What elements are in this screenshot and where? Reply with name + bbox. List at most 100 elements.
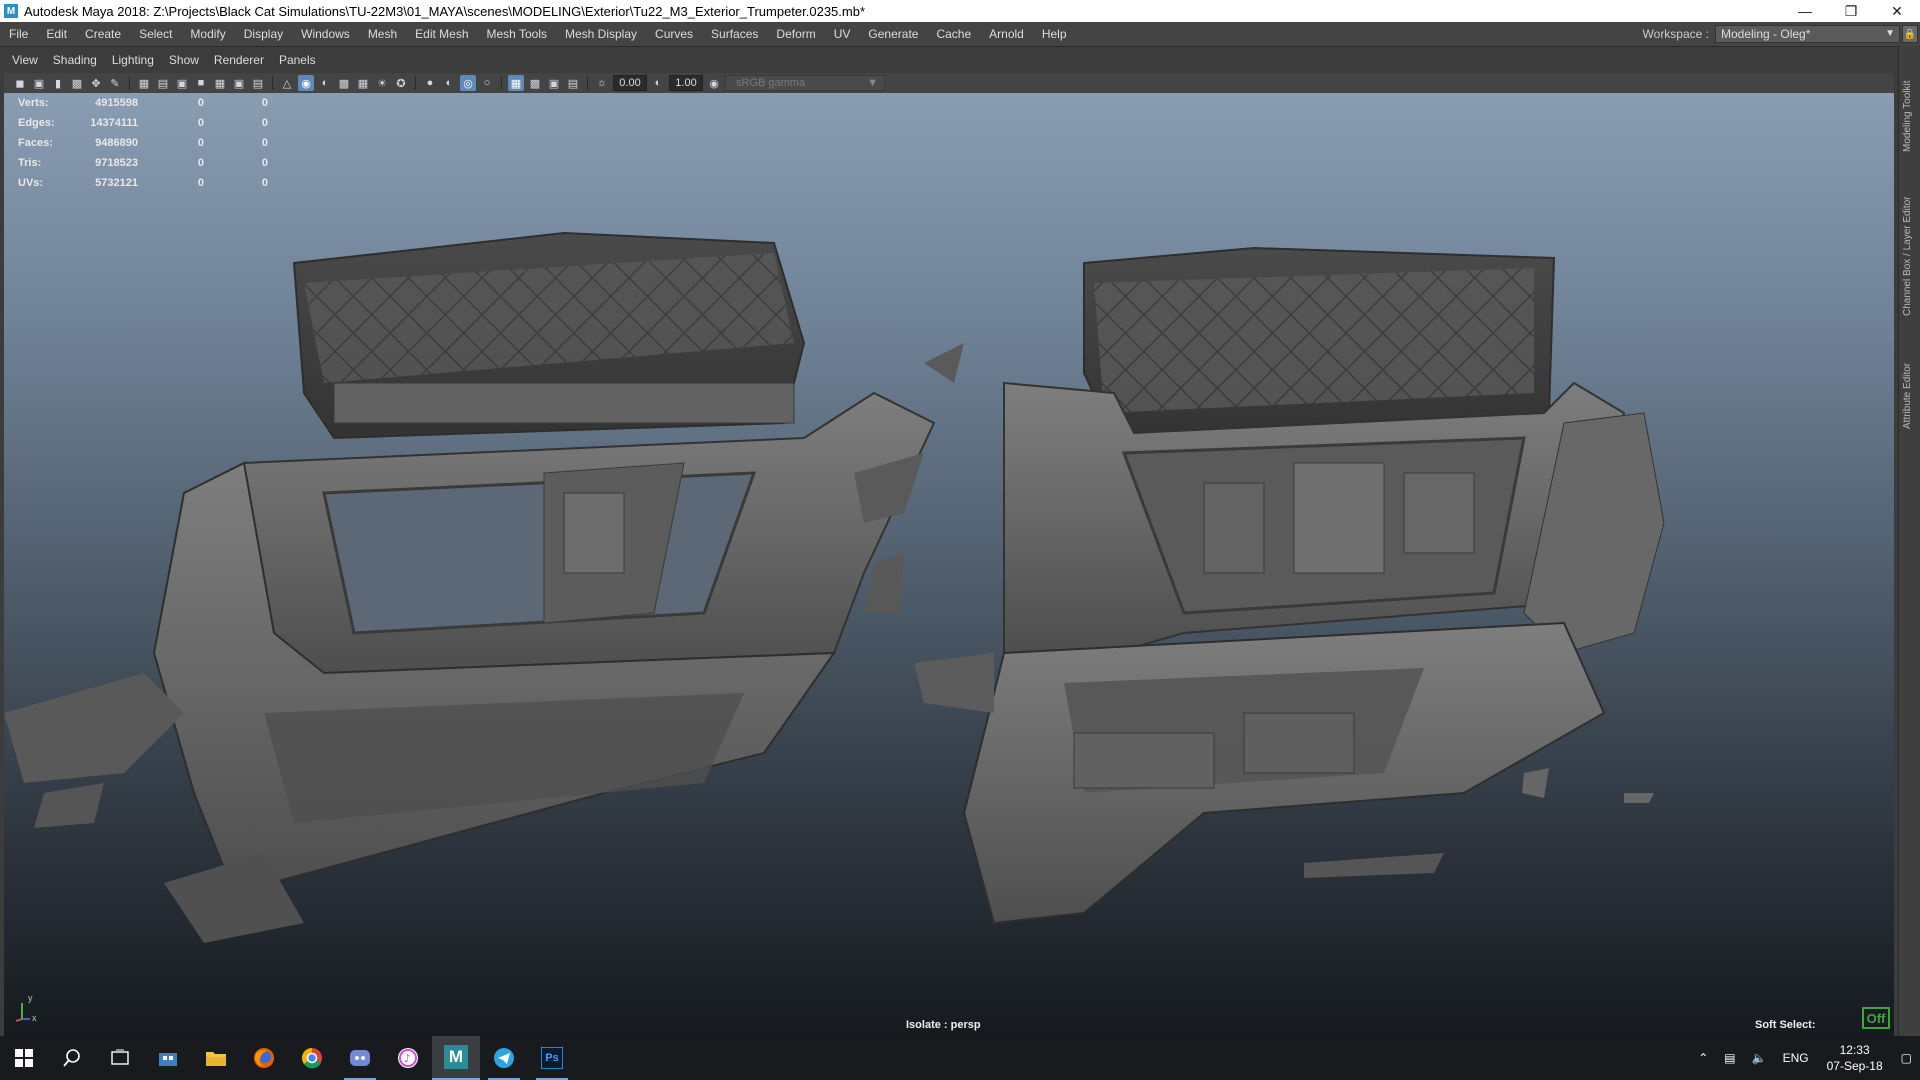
menu-arnold[interactable]: Arnold <box>980 22 1033 46</box>
menu-edit-mesh[interactable]: Edit Mesh <box>406 22 477 46</box>
select-camera-icon[interactable]: ◼ <box>12 75 28 91</box>
gamma-field[interactable] <box>669 75 703 91</box>
menu-mesh-tools[interactable]: Mesh Tools <box>478 22 556 46</box>
volume-icon[interactable]: 🔈 <box>1744 1051 1775 1065</box>
safe-action-icon[interactable]: ▣ <box>231 75 247 91</box>
panel-toolbar: ◼ ▣ ▮ ▩ ✥ ✎ ▦ ▤ ▣ ■ ▦ ▣ ▤ △ ◉ ◐ ▩ ▦ ☀ ✪ … <box>4 73 1894 93</box>
xray-joints-icon[interactable]: ▣ <box>546 75 562 91</box>
right-dock: Modeling Toolkit Channel Box / Layer Edi… <box>1898 46 1920 1036</box>
tab-channel-box[interactable]: Channel Box / Layer Editor <box>1902 176 1918 336</box>
panel-menu-lighting[interactable]: Lighting <box>104 53 161 69</box>
resolution-gate-icon[interactable]: ▣ <box>174 75 190 91</box>
close-button[interactable]: ✕ <box>1874 0 1920 22</box>
menu-file[interactable]: File <box>0 22 37 46</box>
exposure-icon[interactable]: ☼ <box>594 75 610 91</box>
menu-modify[interactable]: Modify <box>181 22 234 46</box>
menu-select[interactable]: Select <box>130 22 181 46</box>
menu-display[interactable]: Display <box>235 22 292 46</box>
anti-aliasing-icon[interactable]: ◎ <box>460 75 476 91</box>
image-plane-icon[interactable]: ▩ <box>69 75 85 91</box>
lock-icon[interactable]: 🔒 <box>1902 25 1918 43</box>
panel-menu-show[interactable]: Show <box>161 53 206 69</box>
field-chart-icon[interactable]: ▦ <box>212 75 228 91</box>
chevron-up-icon[interactable]: ⌃ <box>1690 1051 1716 1065</box>
panel-menu-renderer[interactable]: Renderer <box>206 53 271 69</box>
menu-uv[interactable]: UV <box>825 22 860 46</box>
shadows-icon[interactable]: ☀ <box>374 75 390 91</box>
safe-title-icon[interactable]: ▤ <box>250 75 266 91</box>
xray-icon[interactable]: ▩ <box>527 75 543 91</box>
color-management-icon[interactable]: ◉ <box>706 75 722 91</box>
color-space-dropdown[interactable]: sRGB gamma ▼ <box>725 75 885 91</box>
menu-surfaces[interactable]: Surfaces <box>702 22 767 46</box>
system-tray: ⌃ ▤ 🔈 ENG 12:33 07-Sep-18 ▢ <box>1690 1036 1920 1080</box>
menu-deform[interactable]: Deform <box>767 22 824 46</box>
menu-mesh-display[interactable]: Mesh Display <box>556 22 646 46</box>
exposure-field[interactable] <box>613 75 647 91</box>
menu-edit[interactable]: Edit <box>37 22 76 46</box>
viewport-panel: View Shading Lighting Show Renderer Pane… <box>0 46 1898 1036</box>
store-icon[interactable] <box>144 1036 192 1080</box>
left-mesh[interactable] <box>4 231 936 943</box>
textured-icon[interactable]: ▩ <box>336 75 352 91</box>
panel-menu-panels[interactable]: Panels <box>271 53 323 69</box>
smooth-shade-icon[interactable]: ◉ <box>298 75 314 91</box>
isolate-select-icon[interactable]: ▦ <box>508 75 524 91</box>
film-gate-icon[interactable]: ▤ <box>155 75 171 91</box>
network-icon[interactable]: ▤ <box>1716 1051 1743 1065</box>
maya-icon[interactable]: M <box>432 1036 480 1080</box>
tab-attribute-editor[interactable]: Attribute Editor <box>1902 346 1918 446</box>
start-icon[interactable] <box>0 1036 48 1080</box>
chrome-icon[interactable] <box>288 1036 336 1080</box>
photoshop-icon[interactable]: Ps <box>528 1036 576 1080</box>
soft-select-badge[interactable]: Off <box>1862 1007 1890 1029</box>
notification-icon[interactable]: ▢ <box>1893 1051 1920 1065</box>
wireframe-on-shaded-icon[interactable]: ◐ <box>317 75 333 91</box>
clock[interactable]: 12:33 07-Sep-18 <box>1817 1042 1893 1074</box>
tab-modeling-toolkit[interactable]: Modeling Toolkit <box>1902 66 1918 166</box>
lights-icon[interactable]: ✪ <box>393 75 409 91</box>
3d-viewport[interactable]: Verts: 4915598 0 0 Edges: 14374111 0 0 F… <box>4 93 1894 1036</box>
bookmark-icon[interactable]: ▮ <box>50 75 66 91</box>
toolbar-divider <box>272 76 273 90</box>
itunes-icon[interactable]: ♪ <box>384 1036 432 1080</box>
depth-of-field-icon[interactable]: ○ <box>479 75 495 91</box>
menu-create[interactable]: Create <box>76 22 130 46</box>
telegram-icon[interactable] <box>480 1036 528 1080</box>
firefox-icon[interactable] <box>240 1036 288 1080</box>
minimize-button[interactable]: — <box>1782 0 1828 22</box>
toolbar-divider <box>129 76 130 90</box>
task-view-icon[interactable] <box>96 1036 144 1080</box>
camera-attributes-icon[interactable]: ▣ <box>31 75 47 91</box>
2d-pan-zoom-icon[interactable]: ✥ <box>88 75 104 91</box>
grid-icon[interactable]: ▦ <box>136 75 152 91</box>
menu-help[interactable]: Help <box>1033 22 1076 46</box>
chevron-down-icon: ▼ <box>867 77 878 89</box>
scanned-mesh-models[interactable] <box>4 93 1894 1036</box>
use-all-lights-icon[interactable]: ▦ <box>355 75 371 91</box>
ambient-occlusion-icon[interactable]: ● <box>422 75 438 91</box>
search-icon[interactable] <box>48 1036 96 1080</box>
workspace-dropdown[interactable]: Modeling - Oleg* ▼ <box>1715 25 1900 43</box>
panel-menu-view[interactable]: View <box>4 53 45 69</box>
gate-mask-icon[interactable]: ■ <box>193 75 209 91</box>
restore-button[interactable]: ❐ <box>1828 0 1874 22</box>
right-mesh[interactable] <box>914 246 1665 925</box>
menu-generate[interactable]: Generate <box>859 22 927 46</box>
backface-culling-icon[interactable]: ▤ <box>565 75 581 91</box>
grease-pencil-icon[interactable]: ✎ <box>107 75 123 91</box>
menu-windows[interactable]: Windows <box>292 22 359 46</box>
motion-blur-icon[interactable]: ◐ <box>441 75 457 91</box>
maya-icon-label: M <box>448 1047 464 1066</box>
discord-icon[interactable] <box>336 1036 384 1080</box>
clock-date: 07-Sep-18 <box>1826 1059 1883 1073</box>
toolbar-divider <box>501 76 502 90</box>
file-explorer-icon[interactable] <box>192 1036 240 1080</box>
language-indicator[interactable]: ENG <box>1775 1051 1817 1065</box>
gamma-icon[interactable]: ◐ <box>650 75 666 91</box>
panel-menu-shading[interactable]: Shading <box>45 53 104 69</box>
menu-mesh[interactable]: Mesh <box>359 22 406 46</box>
menu-cache[interactable]: Cache <box>927 22 980 46</box>
menu-curves[interactable]: Curves <box>646 22 702 46</box>
wireframe-icon[interactable]: △ <box>279 75 295 91</box>
